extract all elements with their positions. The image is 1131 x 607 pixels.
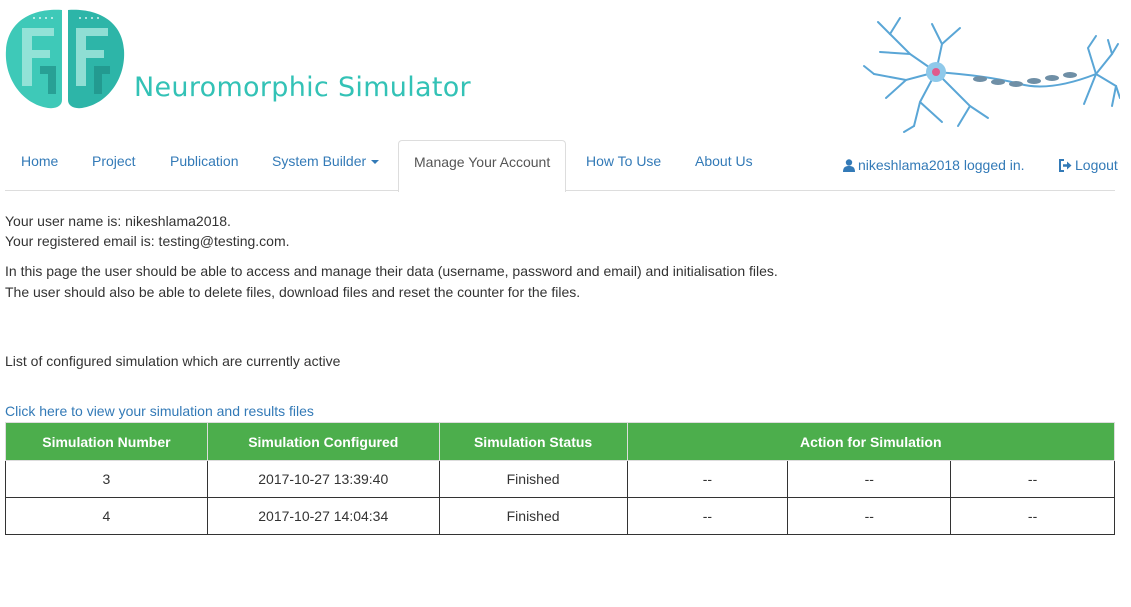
nav-system-builder-label: System Builder [272, 153, 367, 169]
description-line-2: The user should also be able to delete f… [5, 284, 581, 300]
logout-link[interactable]: Logout [1058, 144, 1118, 186]
cell-status: Finished [438, 460, 628, 498]
nav-home[interactable]: Home [21, 140, 58, 182]
simulation-table: Simulation Number Simulation Configured … [5, 422, 1116, 535]
user-status: nikeshlama2018 logged in. [843, 144, 1025, 186]
logout-label: Logout [1075, 157, 1118, 173]
user-icon [843, 159, 855, 172]
view-files-link[interactable]: Click here to view your simulation and r… [5, 401, 314, 421]
cell-action: -- [950, 497, 1115, 535]
nav-system-builder[interactable]: System Builder [272, 140, 380, 182]
neuron-illustration-icon [863, 17, 1120, 133]
cell-action: -- [626, 497, 789, 535]
cell-action: -- [787, 497, 952, 535]
header-action-for-simulation: Action for Simulation [626, 422, 1116, 461]
table-row: 4 2017-10-27 14:04:34 Finished -- -- -- [5, 497, 1115, 535]
header-simulation-status: Simulation Status [438, 422, 628, 461]
table-row: 3 2017-10-27 13:39:40 Finished -- -- -- [5, 460, 1115, 498]
cell-status: Finished [438, 497, 628, 535]
site-header: Neuromorphic Simulator [0, 0, 1131, 135]
user-status-text: nikeshlama2018 logged in. [858, 157, 1025, 173]
header-simulation-configured: Simulation Configured [206, 422, 440, 461]
caret-down-icon [371, 160, 380, 165]
email-line: Your registered email is: testing@testin… [5, 233, 290, 249]
nav-project[interactable]: Project [92, 140, 136, 182]
cell-number: 4 [5, 497, 208, 535]
cell-configured: 2017-10-27 14:04:34 [206, 497, 440, 535]
description-line-1: In this page the user should be able to … [5, 263, 778, 279]
simulation-list-heading: List of configured simulation which are … [5, 353, 341, 369]
nav-how-to-use[interactable]: How To Use [586, 140, 661, 182]
cell-action: -- [950, 460, 1115, 498]
username-line: Your user name is: nikeshlama2018. [5, 213, 231, 229]
cell-configured: 2017-10-27 13:39:40 [206, 460, 440, 498]
logout-icon [1059, 159, 1072, 172]
cell-action: -- [626, 460, 789, 498]
site-title: Neuromorphic Simulator [134, 72, 471, 103]
header-simulation-number: Simulation Number [5, 422, 208, 461]
main-navbar: Home Project Publication System Builder … [5, 140, 1118, 192]
nav-publication[interactable]: Publication [170, 140, 239, 182]
brain-logo-icon[interactable] [4, 6, 126, 110]
nav-about-us[interactable]: About Us [695, 140, 753, 182]
nav-manage-account[interactable]: Manage Your Account [398, 140, 567, 192]
table-header-row: Simulation Number Simulation Configured … [5, 422, 1116, 461]
cell-action: -- [787, 460, 952, 498]
cell-number: 3 [5, 460, 208, 498]
